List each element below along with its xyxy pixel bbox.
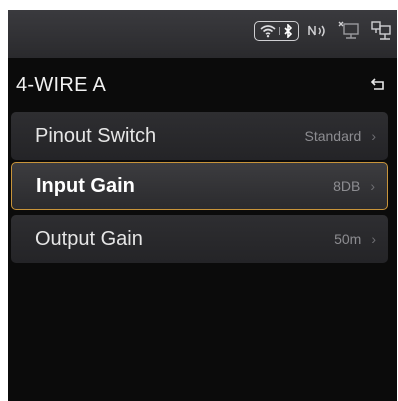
menu-item-right: 8DB › bbox=[333, 178, 375, 194]
bluetooth-icon bbox=[283, 24, 293, 38]
page-header: 4-WIRE A bbox=[8, 58, 397, 112]
menu-item-pinout-switch[interactable]: Pinout Switch Standard › bbox=[11, 112, 388, 160]
menu-item-label: Output Gain bbox=[35, 227, 143, 250]
menu-item-label: Pinout Switch bbox=[35, 124, 157, 147]
back-icon[interactable] bbox=[367, 75, 387, 95]
menu-item-value: 8DB bbox=[333, 178, 361, 194]
chevron-right-icon: › bbox=[371, 231, 376, 247]
chevron-right-icon: › bbox=[370, 178, 375, 194]
chevron-right-icon: › bbox=[371, 128, 376, 144]
menu-item-value: 50m bbox=[334, 231, 362, 247]
status-icons bbox=[254, 20, 393, 42]
wireless-status bbox=[254, 21, 299, 41]
status-bar bbox=[8, 10, 397, 58]
device-screen: 4-WIRE A Pinout Switch Standard › Input … bbox=[8, 10, 397, 401]
menu-item-label: Input Gain bbox=[36, 174, 135, 197]
wifi-icon bbox=[260, 24, 276, 38]
network-icon bbox=[369, 20, 393, 42]
menu-item-right: Standard › bbox=[305, 128, 377, 144]
menu-item-output-gain[interactable]: Output Gain 50m › bbox=[11, 215, 388, 263]
page-title: 4-WIRE A bbox=[16, 73, 107, 96]
menu-item-value: Standard bbox=[304, 128, 362, 144]
network-disconnected-icon bbox=[337, 20, 361, 42]
menu-item-input-gain[interactable]: Input Gain 8DB › bbox=[11, 162, 388, 210]
divider-icon bbox=[278, 25, 281, 37]
nfc-icon bbox=[307, 23, 329, 39]
menu-item-right: 50m › bbox=[334, 231, 376, 247]
